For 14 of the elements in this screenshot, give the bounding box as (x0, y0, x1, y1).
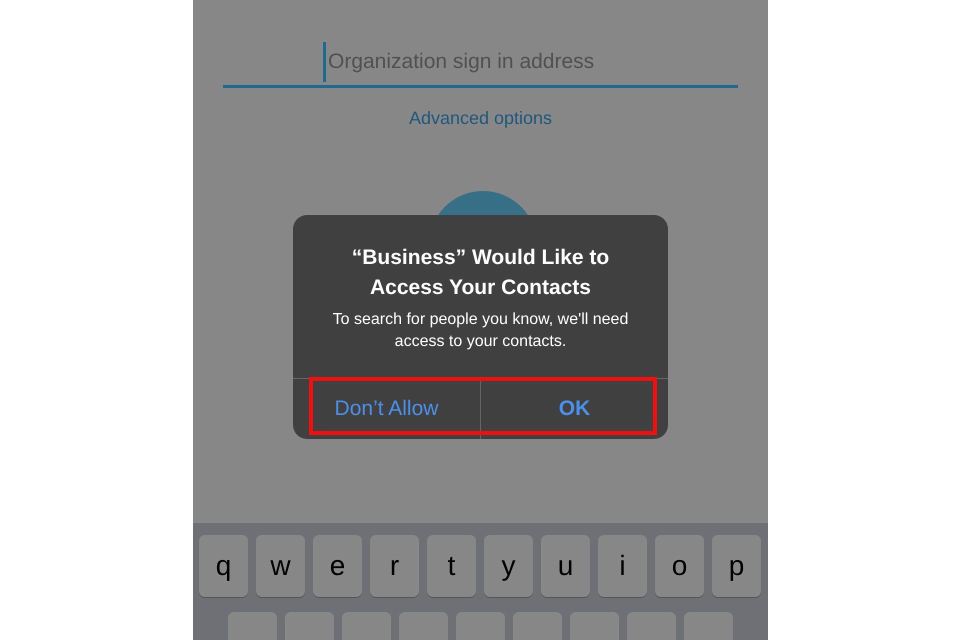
keyboard-key[interactable]: y (484, 535, 533, 597)
keyboard-key[interactable]: p (712, 535, 761, 597)
keyboard-key[interactable]: e (313, 535, 362, 597)
keyboard-key[interactable]: q (199, 535, 248, 597)
keyboard-key[interactable]: w (256, 535, 305, 597)
alert-title: “Business” Would Like to Access Your Contacts (350, 245, 610, 301)
ok-button[interactable]: OK (480, 379, 668, 439)
alert-message: To search for people you know, we'll need access to your contacts. (332, 310, 630, 352)
keyboard-key[interactable]: o (655, 535, 704, 597)
dont-allow-button[interactable]: Don’t Allow (293, 379, 480, 439)
keyboard-key[interactable]: u (541, 535, 590, 597)
keyboard-key[interactable]: t (427, 535, 476, 597)
keyboard-key[interactable]: i (598, 535, 647, 597)
keyboard-key[interactable]: r (370, 535, 419, 597)
